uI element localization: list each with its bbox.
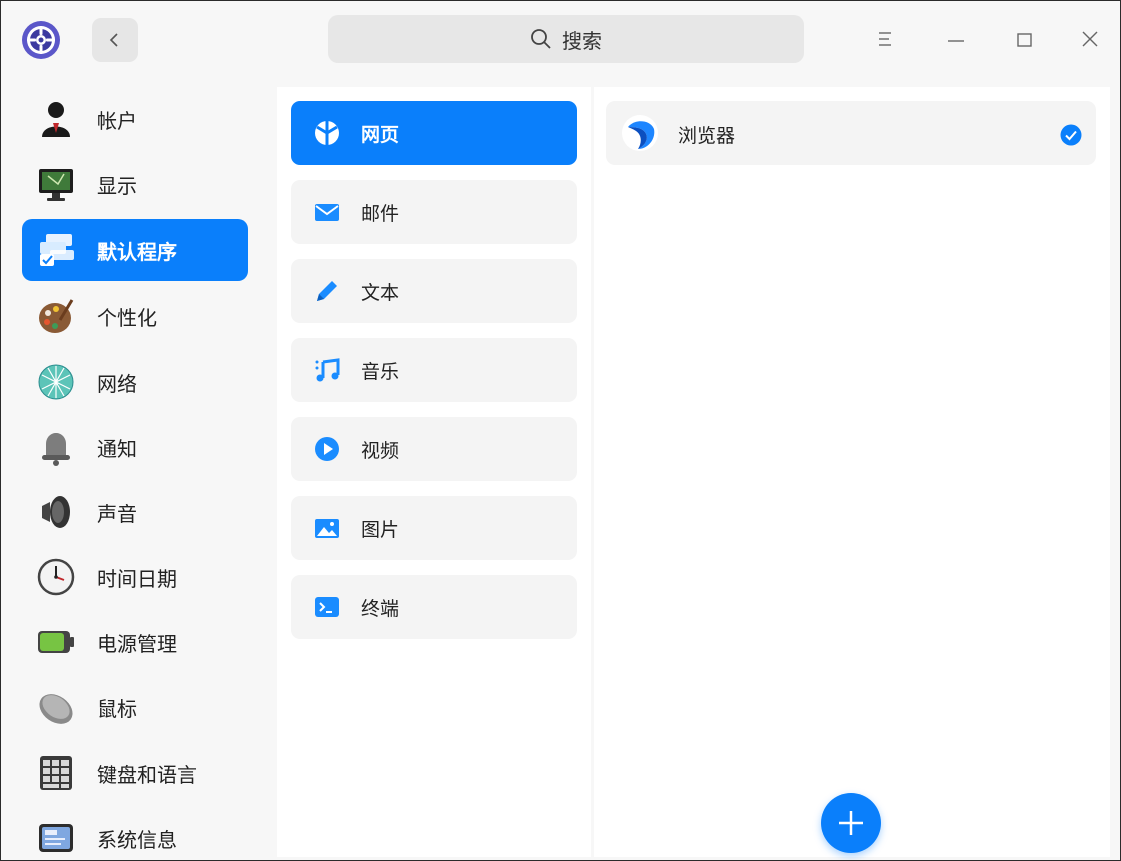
bell-icon: [42, 433, 70, 466]
keyboard-icon: [40, 756, 72, 790]
add-app-button[interactable]: [821, 793, 881, 853]
chevron-left-icon: [109, 33, 118, 47]
category-web[interactable]: 网页: [291, 101, 577, 165]
video-play-icon: [315, 437, 339, 461]
sidebar-item-sound[interactable]: 声音: [22, 481, 248, 543]
battery-icon: [38, 631, 74, 653]
category-text[interactable]: 文本: [291, 259, 577, 323]
palette-icon: [39, 299, 74, 333]
sidebar-item-default-apps[interactable]: 默认程序: [22, 219, 248, 281]
terminal-icon: [315, 597, 339, 617]
sidebar-item-power[interactable]: 电源管理: [22, 611, 248, 673]
app-row-browser[interactable]: 浏览器: [606, 101, 1096, 165]
maximize-icon[interactable]: [1012, 27, 1036, 51]
clock-icon: [37, 558, 75, 596]
network-globe-icon: [38, 364, 74, 400]
app-list-panel: 浏览器: [594, 87, 1110, 857]
sidebar: 帐户 显示 默认程序 个性化 网络 通知 声音 时间日期 电源管理 鼠标 键盘和…: [1, 76, 263, 860]
monitor-icon: [39, 169, 73, 201]
sidebar-item-notification[interactable]: 通知: [22, 416, 248, 478]
web-icon: [315, 121, 339, 145]
pencil-icon: [317, 281, 337, 301]
category-image[interactable]: 图片: [291, 496, 577, 560]
plus-icon: [839, 811, 863, 835]
default-apps-icon: [40, 234, 74, 266]
selected-check-icon: [1060, 124, 1082, 146]
sidebar-item-personalization[interactable]: 个性化: [22, 285, 248, 347]
category-video[interactable]: 视频: [291, 417, 577, 481]
browser-icon: [622, 115, 658, 151]
speaker-icon: [42, 496, 70, 528]
image-icon: [315, 519, 339, 538]
system-info-icon: [39, 824, 73, 852]
search-placeholder: 搜索: [562, 28, 602, 53]
sidebar-item-mouse[interactable]: 鼠标: [22, 676, 248, 738]
category-mail[interactable]: 邮件: [291, 180, 577, 244]
mouse-icon: [39, 694, 73, 724]
title-bar: 搜索: [1, 1, 1120, 76]
control-center-logo-icon: [22, 21, 60, 59]
minimize-icon[interactable]: [944, 27, 968, 51]
sidebar-item-keyboard[interactable]: 键盘和语言: [22, 742, 248, 804]
menu-icon[interactable]: [874, 27, 898, 51]
search-icon: [531, 29, 551, 49]
sidebar-item-system-info[interactable]: 系统信息: [22, 807, 248, 860]
mail-icon: [315, 204, 339, 221]
back-button[interactable]: [92, 18, 138, 62]
sidebar-item-display[interactable]: 显示: [22, 153, 248, 215]
user-account-icon: [42, 102, 70, 137]
music-icon: [315, 358, 340, 382]
sidebar-item-datetime[interactable]: 时间日期: [22, 546, 248, 608]
sidebar-item-network[interactable]: 网络: [22, 351, 248, 413]
category-music[interactable]: 音乐: [291, 338, 577, 402]
close-icon[interactable]: [1078, 27, 1102, 51]
category-panel: 网页 邮件 文本 音乐 视频 图片 终端: [277, 87, 591, 857]
sidebar-item-accounts[interactable]: 帐户: [22, 88, 248, 150]
control-center-window: 搜索 帐户 显示 默认程序 个性化 网络 通知 声音 时间日期 电源管理 鼠标 …: [0, 0, 1121, 861]
search-box[interactable]: 搜索: [328, 15, 804, 63]
category-terminal[interactable]: 终端: [291, 575, 577, 639]
